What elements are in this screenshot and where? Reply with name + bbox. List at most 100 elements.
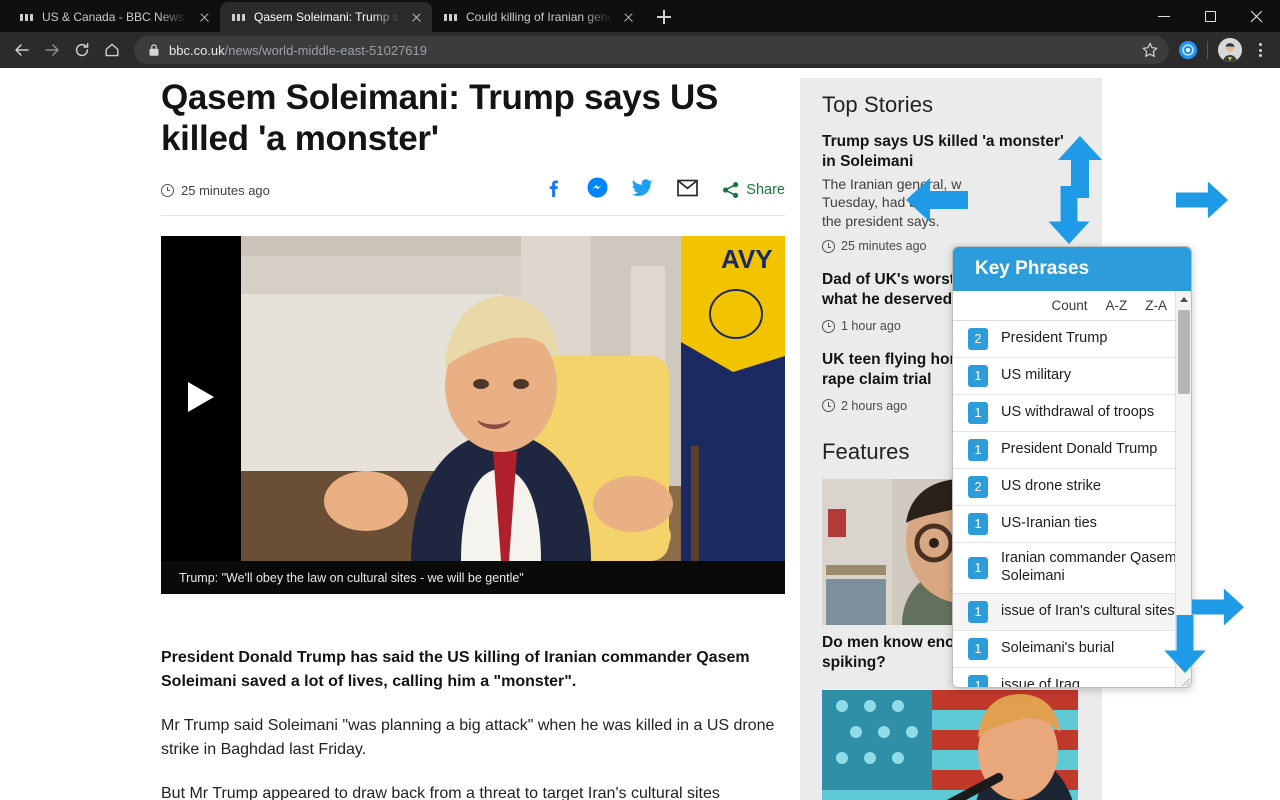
- scroll-up-icon[interactable]: [1176, 291, 1191, 307]
- move-left-arrow[interactable]: [906, 178, 968, 222]
- list-item[interactable]: 1 Iranian commander Qasem Soleimani: [953, 543, 1191, 594]
- article-paragraph-1: Mr Trump said Soleimani "was planning a …: [161, 717, 775, 758]
- article-timestamp: 25 minutes ago: [161, 183, 270, 198]
- key-phrases-sort-bar: Count A-Z Z-A: [953, 291, 1191, 321]
- list-item[interactable]: 2 US drone strike: [953, 469, 1191, 506]
- divider: [161, 215, 785, 217]
- count-badge: 1: [968, 556, 988, 579]
- sort-z-a[interactable]: Z-A: [1145, 298, 1167, 313]
- phrase-text: US-Iranian ties: [1001, 515, 1097, 532]
- twitter-icon[interactable]: [632, 178, 653, 202]
- key-phrases-panel[interactable]: Key Phrases Count A-Z Z-A 2 President Tr…: [952, 246, 1192, 688]
- extension-icon[interactable]: [1179, 41, 1197, 59]
- article-meta-row: 25 minutes ago Share: [161, 177, 785, 203]
- window-controls: [1142, 0, 1280, 32]
- article-header: Qasem Soleimani: Trump says US killed 'a…: [161, 78, 785, 217]
- new-tab-button[interactable]: [650, 3, 678, 31]
- close-window-button[interactable]: [1234, 0, 1280, 32]
- browser-window: US & Canada - BBC News Qasem Soleimani: …: [0, 0, 1280, 800]
- maximize-button[interactable]: [1188, 0, 1234, 32]
- phrase-text: US drone strike: [1001, 478, 1101, 495]
- home-icon[interactable]: [98, 36, 126, 64]
- scrollbar-thumb[interactable]: [1178, 310, 1190, 394]
- phrase-text: President Trump: [1001, 330, 1108, 347]
- browser-tab-3[interactable]: Could killing of Iranian general h: [432, 2, 644, 32]
- phrase-text: Soleimani's burial: [1001, 639, 1115, 656]
- play-icon[interactable]: [188, 382, 214, 412]
- resize-down-arrow[interactable]: [1163, 615, 1207, 673]
- move-down-arrow[interactable]: [1047, 186, 1091, 244]
- count-badge: 1: [968, 600, 988, 623]
- bbc-favicon: [20, 13, 34, 22]
- list-item[interactable]: 2 President Trump: [953, 321, 1191, 358]
- list-item[interactable]: 1 issue of Iraq: [953, 667, 1191, 687]
- list-item[interactable]: 1 President Donald Trump: [953, 432, 1191, 469]
- list-item[interactable]: 1 Soleimani's burial: [953, 630, 1191, 668]
- close-icon[interactable]: [196, 9, 212, 25]
- video-player[interactable]: AVY Trump: "We'll obey the law on cultur…: [161, 236, 785, 594]
- messenger-icon[interactable]: [587, 177, 608, 203]
- bbc-favicon: [232, 13, 246, 22]
- video-thumbnail: AVY: [161, 236, 785, 561]
- browser-tab-1[interactable]: US & Canada - BBC News: [8, 2, 220, 32]
- facebook-icon[interactable]: [543, 178, 563, 203]
- count-badge: 1: [968, 513, 988, 535]
- list-item[interactable]: 1 US military: [953, 358, 1191, 395]
- timestamp-text: 25 minutes ago: [181, 182, 270, 198]
- url-domain: bbc.co.uk: [169, 42, 225, 58]
- story-timestamp-text: 1 hour ago: [841, 319, 901, 334]
- share-button[interactable]: Share: [722, 181, 785, 199]
- email-icon[interactable]: [677, 179, 699, 202]
- story-timestamp-text: 25 minutes ago: [841, 239, 927, 254]
- page-title: Qasem Soleimani: Trump says US killed 'a…: [161, 78, 719, 158]
- count-badge: 1: [968, 365, 988, 387]
- feature-image: [822, 690, 1078, 800]
- story-timestamp-text: 2 hours ago: [841, 398, 908, 413]
- browser-tab-2[interactable]: Qasem Soleimani: Trump says US killed 'a…: [220, 2, 432, 32]
- phrase-text: issue of Iran's cultural sites: [1001, 602, 1175, 619]
- article-paragraph-2: But Mr Trump appeared to draw back from …: [161, 785, 720, 800]
- back-icon[interactable]: [8, 36, 36, 64]
- video-caption: Trump: "We'll obey the law on cultural s…: [161, 561, 785, 594]
- list-item[interactable]: 1 US withdrawal of troops: [953, 395, 1191, 432]
- count-badge: 1: [968, 439, 988, 461]
- tab-title: Qasem Soleimani: Trump says US killed 'a…: [254, 10, 400, 24]
- clock-icon: [822, 399, 835, 413]
- tab-strip: US & Canada - BBC News Qasem Soleimani: …: [0, 0, 1280, 32]
- clock-icon: [822, 239, 835, 253]
- key-phrases-title: Key Phrases: [953, 247, 1191, 291]
- count-badge: 1: [968, 637, 988, 660]
- key-phrases-list: 2 President Trump 1 US military 1 US wit…: [953, 321, 1191, 687]
- url-path: /news/world-middle-east-51027619: [224, 42, 427, 58]
- close-icon[interactable]: [408, 9, 424, 25]
- reload-icon[interactable]: [68, 36, 96, 64]
- sort-by-count[interactable]: Count: [1051, 298, 1087, 313]
- video-still-image: AVY: [161, 236, 785, 561]
- move-right-arrow[interactable]: [1176, 178, 1228, 222]
- phrase-text: US military: [1001, 367, 1072, 384]
- story-title: Trump says US killed 'a monster' in Sole…: [822, 133, 1064, 170]
- feature-card-2[interactable]: [822, 690, 1080, 800]
- avatar[interactable]: [1218, 38, 1242, 62]
- count-badge: 2: [968, 328, 988, 350]
- browser-menu-icon[interactable]: [1248, 38, 1272, 62]
- close-icon[interactable]: [620, 9, 636, 25]
- forward-icon[interactable]: [38, 36, 66, 64]
- browser-toolbar: bbc.co.uk/news/world-middle-east-5102761…: [0, 32, 1280, 68]
- tab-title: US & Canada - BBC News: [42, 10, 185, 24]
- share-icon: [723, 182, 739, 199]
- article-paragraph-lead: President Donald Trump has said the US k…: [161, 649, 750, 690]
- bookmark-star-icon[interactable]: [1141, 41, 1159, 59]
- toolbar-divider: [1207, 41, 1208, 59]
- clock-icon: [822, 319, 835, 333]
- sort-a-z[interactable]: A-Z: [1106, 298, 1128, 313]
- address-bar[interactable]: bbc.co.uk/news/world-middle-east-5102761…: [134, 36, 1169, 64]
- url-text: bbc.co.uk/news/world-middle-east-5102761…: [169, 43, 1132, 58]
- play-overlay: [161, 236, 241, 561]
- tab-title: Could killing of Iranian general h: [466, 10, 612, 24]
- top-stories-title: Top Stories: [822, 92, 934, 117]
- list-item[interactable]: 1 US-Iranian ties: [953, 506, 1191, 543]
- list-item[interactable]: 1 issue of Iran's cultural sites: [953, 593, 1191, 631]
- minimize-button[interactable]: [1142, 0, 1188, 32]
- phrase-text: President Donald Trump: [1001, 441, 1158, 458]
